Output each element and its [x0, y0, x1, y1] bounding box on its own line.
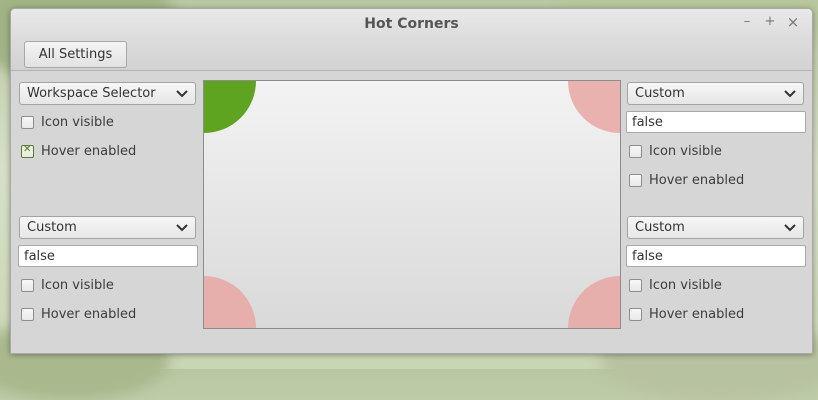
checkbox-label: Hover enabled [41, 307, 137, 322]
top-left-hover-enabled-checkbox[interactable] [21, 144, 34, 158]
dropdown-value: Custom [635, 220, 685, 235]
maximize-button[interactable]: + [763, 15, 777, 29]
dropdown-value: Custom [27, 220, 77, 235]
checkbox-label: Hover enabled [649, 173, 745, 188]
hot-corners-preview [203, 80, 621, 329]
chevron-down-icon [784, 90, 796, 98]
bottom-right-corner-indicator[interactable] [568, 276, 620, 328]
command-value: false [632, 249, 663, 264]
command-value: false [632, 115, 663, 130]
checkbox-label: Icon visible [649, 144, 722, 159]
checkbox-label: Hover enabled [41, 144, 137, 159]
checkbox-label: Icon visible [649, 278, 722, 293]
top-left-action-dropdown[interactable]: Workspace Selector [19, 82, 196, 105]
bottom-left-command-input[interactable]: false [18, 245, 198, 267]
top-right-command-input[interactable]: false [626, 111, 806, 133]
bottom-left-corner-indicator[interactable] [204, 276, 256, 328]
top-right-corner-indicator[interactable] [568, 81, 620, 133]
chevron-down-icon [176, 224, 188, 232]
window-title: Hot Corners [364, 16, 459, 32]
bottom-left-icon-visible-checkbox[interactable] [21, 279, 34, 292]
top-left-icon-visible-checkbox[interactable] [21, 116, 34, 129]
dropdown-value: Custom [635, 86, 685, 101]
top-left-corner-indicator[interactable] [204, 81, 256, 133]
checkbox-label: Icon visible [41, 278, 114, 293]
top-right-hover-enabled-checkbox[interactable] [629, 174, 642, 187]
dropdown-value: Workspace Selector [27, 86, 156, 101]
bottom-left-action-dropdown[interactable]: Custom [19, 216, 196, 239]
all-settings-button[interactable]: All Settings [24, 41, 127, 68]
chevron-down-icon [784, 224, 796, 232]
checkbox-label: Hover enabled [649, 307, 745, 322]
bottom-right-icon-visible-checkbox[interactable] [629, 279, 642, 292]
toolbar: All Settings [11, 39, 812, 71]
bottom-right-hover-enabled-checkbox[interactable] [629, 308, 642, 321]
hot-corners-window: Hot Corners – + × All Settings Workspace… [10, 8, 813, 354]
bottom-left-hover-enabled-checkbox[interactable] [21, 308, 34, 321]
bottom-right-action-dropdown[interactable]: Custom [627, 216, 804, 239]
title-bar[interactable]: Hot Corners – + × [11, 9, 812, 39]
top-right-action-dropdown[interactable]: Custom [627, 82, 804, 105]
chevron-down-icon [176, 90, 188, 98]
bottom-right-command-input[interactable]: false [626, 245, 806, 267]
close-button[interactable]: × [786, 15, 800, 30]
command-value: false [24, 249, 55, 264]
minimize-button[interactable]: – [740, 15, 754, 29]
checkbox-label: Icon visible [41, 115, 114, 130]
top-right-icon-visible-checkbox[interactable] [629, 145, 642, 158]
